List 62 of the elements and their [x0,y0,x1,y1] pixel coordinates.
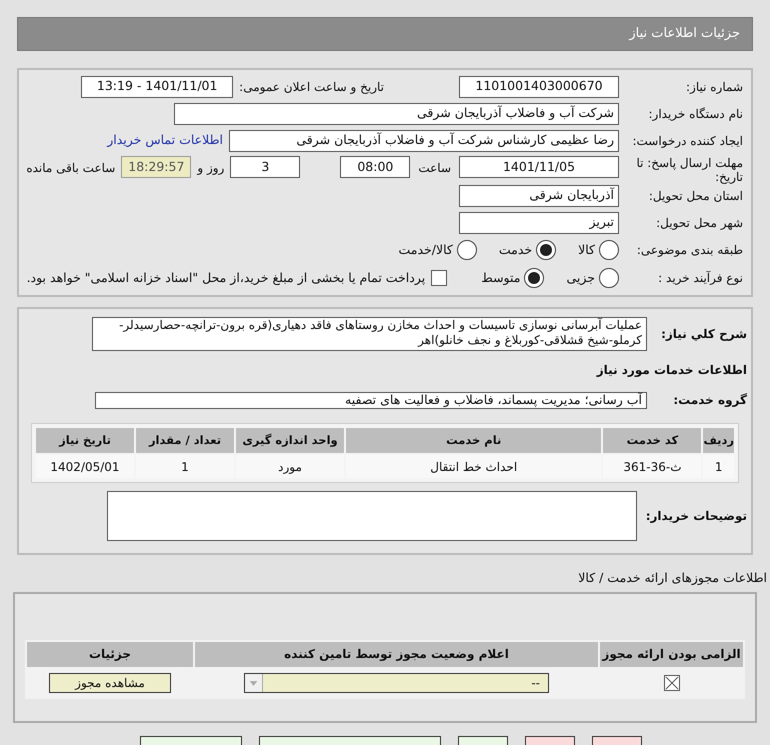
column-header: جزئیات [26,640,194,668]
table-cell: احداث خط انتقال [345,454,602,479]
dropdown-caret-icon[interactable] [245,674,263,692]
column-header: ردیف [702,427,735,454]
notes-box[interactable] [107,491,637,541]
text-field[interactable]: آذربایجان شرقی [459,184,619,206]
radio-button[interactable] [456,240,477,260]
table-cell: 1 [135,454,235,479]
text-field[interactable]: شرکت آب و فاضلاب آذربایجان شرقی [174,102,619,124]
radio-label: کالا/خدمت [398,240,453,259]
status-select[interactable]: -- [244,672,549,693]
field-label: مهلت ارسال پاسخ: تا تاریخ: [635,156,743,184]
text-field[interactable]: 1401/11/01 - 13:19 [81,76,234,98]
section-title: اطلاعات مجوزهای ارائه خدمت / کالا [577,569,767,587]
section-title: اطلاعات خدمات مورد نیاز [596,362,747,379]
page-title: جزئیات اطلاعات نیاز [629,25,740,44]
field-label: شرح کلي نياز: [660,326,747,343]
column-header: واحد اندازه گیری [235,427,345,454]
field-label: نام دستگاه خریدار: [648,106,743,122]
field-label: طبقه بندی موضوعی: [636,242,743,259]
field-label: شهر محل تحویل: [655,214,743,232]
field-label: توضیحات خریدار: [644,508,747,525]
radio-label: متوسط [481,268,520,287]
view-license-button[interactable]: مشاهده مجوز [49,672,171,693]
text-field[interactable]: 1101001403000670 [459,76,619,98]
remaining-time-field[interactable]: 18:29:57 [121,156,192,178]
field-label: گروه خدمت: [672,392,747,409]
radio-label: جزیی [566,268,595,287]
table-cell: ث-36-361 [602,454,702,479]
column-header: الزامی بودن ارائه مجوز [599,640,744,668]
column-header: نام خدمت [345,427,602,454]
radio-button[interactable] [524,268,544,288]
field-label: استان محل تحویل: [648,188,743,204]
field-label: روز و [197,160,224,177]
field-label: تاریخ و ساعت اعلان عمومی: [239,78,384,96]
field-label: شماره نیاز: [685,78,743,96]
radio-button[interactable] [599,268,619,288]
text-field[interactable]: آب رسانی؛ مدیریت پسماند، فاضلاب و فعالیت های تصفیه [95,392,647,408]
buyer-contact-link[interactable]: اطلاعات تماس خریدار [107,131,223,150]
table-cell: 1402/05/01 [35,454,135,479]
checkbox[interactable] [431,270,448,286]
radio-button[interactable] [536,240,556,260]
radio-button[interactable] [599,240,619,260]
radio-label: کالا [578,240,595,259]
table-cell: مورد [235,454,345,479]
column-header: کد خدمت [602,427,702,454]
text-field[interactable]: 08:00 [340,156,410,178]
table-cell: 1 [702,454,735,479]
column-header: تعداد / مقدار [135,427,235,454]
text-field[interactable]: تبریز [459,212,619,234]
radio-label: خدمت [498,240,532,259]
checkbox-label: پرداخت تمام یا بخشی از مبلغ خرید،از محل "اسناد خزانه اسلامی" خواهد بود. [26,268,426,287]
column-header: تاریخ نیاز [35,427,135,454]
text-field[interactable]: 3 [230,156,300,178]
field-label: ساعت [418,160,451,177]
field-label: ایجاد کننده درخواست: [631,132,743,150]
column-header: اعلام وضعیت مجوز توسط تامین کننده [194,640,599,668]
text-field[interactable]: رضا عظیمی کارشناس شرکت آب و فاضلاب آذربایجان شرقی [229,130,619,152]
field-label: ساعت باقی مانده [26,160,116,177]
description-box: عملیات آبرسانی نوسازی تاسیسات و احداث مخازن روستاهای فاقد دهیاری(قره برون-ترانچه-حصارسیدلر-کرملو-شیخ قشلاقی-کوربلاغ و نجف خانلو)اهر [92,317,647,351]
field-label: نوع فرآیند خرید : [657,270,743,287]
text-field[interactable]: 1401/11/05 [459,156,619,178]
